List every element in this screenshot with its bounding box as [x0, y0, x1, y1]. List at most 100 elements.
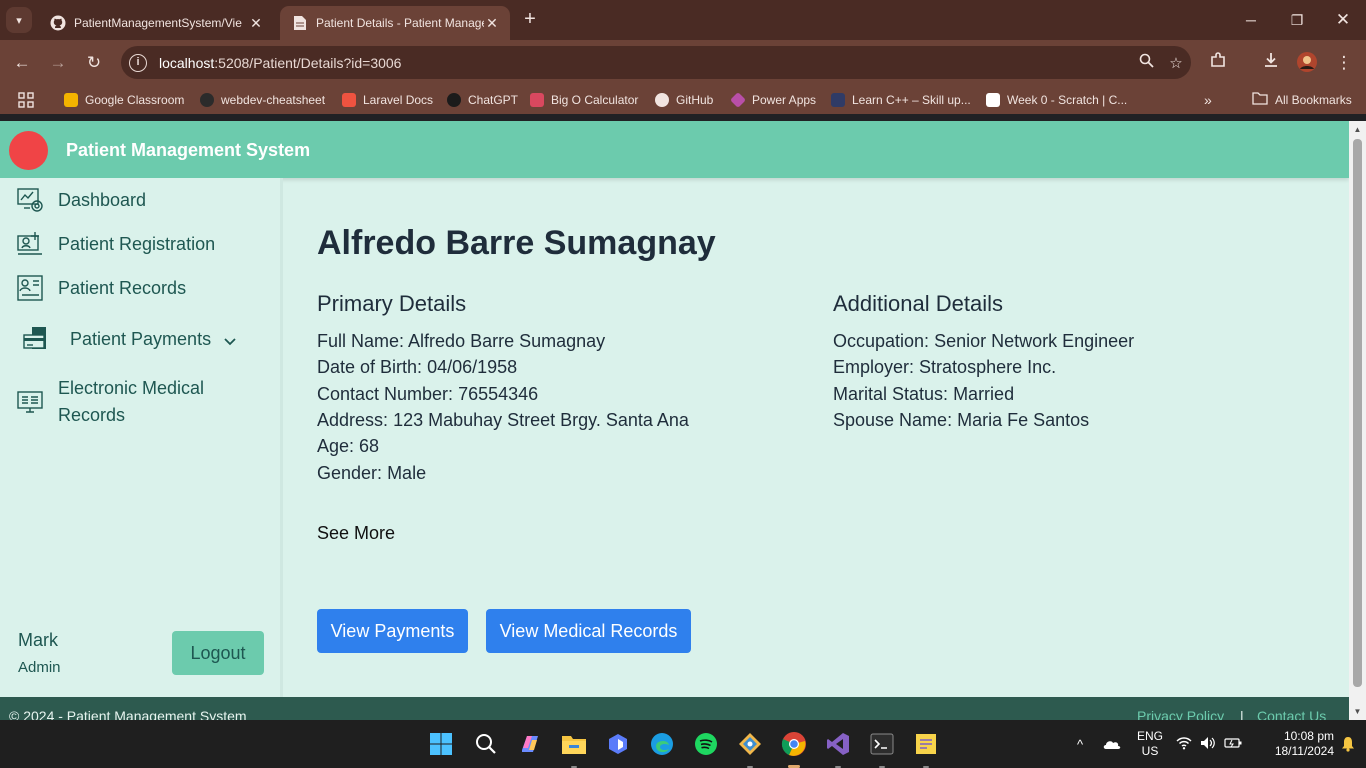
- minimize-icon[interactable]: ─: [1228, 0, 1274, 40]
- github-icon: [50, 15, 66, 31]
- bookmark-label: ChatGPT: [468, 93, 519, 107]
- app-logo[interactable]: [9, 131, 48, 170]
- scrollbar-thumb[interactable]: [1353, 139, 1362, 687]
- detail-age: Age: 68: [317, 436, 379, 457]
- close-tab-icon[interactable]: ✕: [248, 15, 264, 32]
- power-apps-icon: [730, 92, 746, 108]
- view-medical-records-button[interactable]: View Medical Records: [486, 609, 691, 653]
- edge-icon[interactable]: [648, 730, 676, 758]
- download-icon[interactable]: [1259, 51, 1283, 75]
- sidebar-item-electronic-medical-records[interactable]: Electronic Medical Records: [16, 375, 204, 429]
- url-text[interactable]: localhost:5208/Patient/Details?id=3006: [159, 55, 1131, 71]
- bookmark-learn-cpp[interactable]: Learn C++ – Skill up...: [831, 91, 971, 109]
- detail-value: Maria Fe Santos: [957, 410, 1090, 430]
- show-hidden-icons[interactable]: ^: [1068, 720, 1092, 768]
- all-bookmarks[interactable]: All Bookmarks: [1252, 91, 1352, 109]
- apps-grid-icon[interactable]: [18, 91, 34, 109]
- chatgpt-icon: [447, 93, 461, 107]
- detail-label: Spouse Name:: [833, 410, 953, 430]
- view-payments-button[interactable]: View Payments: [317, 609, 468, 653]
- close-window-icon[interactable]: ✕: [1320, 0, 1366, 40]
- clock[interactable]: 10:08 pm 18/11/2024: [1250, 720, 1334, 768]
- windows-taskbar: ^ ENG US 10:08 pm 18/11/2024: [0, 720, 1366, 768]
- bookmarks-bar: Google Classroom webdev-cheatsheet Larav…: [0, 86, 1366, 114]
- sticky-notes-icon[interactable]: [912, 730, 940, 768]
- more-bookmarks-icon[interactable]: »: [1204, 91, 1212, 109]
- spotify-icon[interactable]: [692, 730, 720, 758]
- bookmark-github[interactable]: GitHub: [655, 91, 713, 109]
- detail-date-of-birth: Date of Birth: 04/06/1958: [317, 357, 517, 378]
- sidebar-item-patient-records[interactable]: Patient Records: [16, 274, 186, 302]
- bookmark-webdev-cheatsheet[interactable]: webdev-cheatsheet: [200, 91, 325, 109]
- browser-tab-patient-details[interactable]: Patient Details - Patient Manage ✕: [280, 6, 510, 40]
- bookmark-week0-scratch[interactable]: Week 0 - Scratch | C...: [986, 91, 1127, 109]
- onedrive-icon[interactable]: [1100, 720, 1124, 768]
- user-role: Admin: [18, 659, 61, 676]
- bookmark-label: Power Apps: [752, 93, 817, 107]
- detail-employer: Employer: Stratosphere Inc.: [833, 357, 1056, 378]
- copilot-icon[interactable]: [516, 730, 544, 758]
- sidebar: Dashboard Patient Registration Patient R…: [0, 178, 283, 697]
- app-brand[interactable]: Patient Management System: [66, 140, 310, 161]
- visual-studio-icon[interactable]: [824, 730, 852, 768]
- site-info-icon[interactable]: i: [129, 53, 147, 72]
- github-icon: [655, 93, 669, 107]
- back-icon[interactable]: ←: [10, 51, 34, 75]
- detail-value: Stratosphere Inc.: [919, 357, 1057, 377]
- system-status-icons[interactable]: [1176, 720, 1242, 768]
- address-bar[interactable]: i localhost:5208/Patient/Details?id=3006…: [121, 46, 1191, 79]
- profile-avatar[interactable]: [1295, 51, 1319, 75]
- detail-label: Gender:: [317, 463, 383, 483]
- sidebar-item-label: Patient Records: [58, 277, 187, 298]
- reload-icon[interactable]: ↻: [82, 51, 106, 75]
- bookmark-laravel-docs[interactable]: Laravel Docs: [342, 91, 433, 109]
- detail-occupation: Occupation: Senior Network Engineer: [833, 331, 1134, 352]
- user-name: Mark: [18, 630, 58, 650]
- bookmark-power-apps[interactable]: Power Apps: [730, 91, 817, 109]
- sidebar-item-dashboard[interactable]: Dashboard: [16, 186, 146, 214]
- contact-us-link[interactable]: Contact Us: [1257, 708, 1326, 720]
- extensions-icon[interactable]: [1206, 51, 1230, 75]
- git-tool-icon[interactable]: [736, 730, 764, 768]
- browser-menu-icon[interactable]: ⋮: [1332, 51, 1356, 75]
- dashboard-icon: [16, 186, 44, 214]
- restore-icon[interactable]: ❐: [1274, 0, 1320, 40]
- chevron-down-icon[interactable]: [223, 332, 237, 346]
- footer-separator: |: [1240, 708, 1244, 720]
- bookmark-star-icon[interactable]: ☆: [1161, 54, 1191, 72]
- sidebar-item-patient-registration[interactable]: Patient Registration: [16, 230, 215, 258]
- terminal-icon[interactable]: [868, 730, 896, 768]
- lang-label: ENG: [1136, 729, 1163, 743]
- bookmark-big-o-calculator[interactable]: Big O Calculator: [530, 91, 638, 109]
- detail-label: Contact Number:: [317, 384, 454, 404]
- close-tab-icon[interactable]: ✕: [484, 15, 500, 32]
- file-explorer-icon[interactable]: [560, 730, 588, 768]
- wifi-icon: [1176, 736, 1192, 753]
- notification-bell-icon[interactable]: [1336, 720, 1360, 768]
- privacy-policy-link[interactable]: Privacy Policy: [1137, 708, 1224, 720]
- detail-value: 68: [359, 436, 380, 456]
- new-tab-button[interactable]: +: [518, 8, 542, 32]
- zoom-icon[interactable]: [1131, 53, 1161, 72]
- bookmark-google-classroom[interactable]: Google Classroom: [64, 91, 184, 109]
- security-app-icon[interactable]: [604, 730, 632, 758]
- logout-button[interactable]: Logout: [172, 631, 264, 675]
- bookmark-chatgpt[interactable]: ChatGPT: [447, 91, 518, 109]
- browser-tab-github[interactable]: PatientManagementSystem/Vie ✕: [38, 6, 274, 40]
- region-label: US: [1141, 744, 1159, 758]
- windows-start-icon[interactable]: [427, 730, 455, 758]
- sidebar-item-label: Electronic Medical Records: [58, 375, 204, 429]
- scroll-down-icon[interactable]: ▼: [1349, 707, 1366, 716]
- language-indicator[interactable]: ENG US: [1132, 720, 1168, 768]
- detail-label: Occupation:: [833, 331, 930, 351]
- laravel-icon: [342, 93, 356, 107]
- search-icon[interactable]: [472, 730, 500, 758]
- forward-icon[interactable]: →: [46, 51, 70, 75]
- chrome-icon[interactable]: [780, 730, 808, 768]
- scroll-up-icon[interactable]: ▲: [1349, 125, 1366, 134]
- app-navbar: Patient Management System: [0, 121, 1349, 178]
- see-more-link[interactable]: See More: [317, 523, 395, 544]
- sidebar-item-patient-payments[interactable]: Patient Payments: [22, 325, 237, 353]
- tab-search-button[interactable]: ▾: [6, 7, 32, 33]
- page-scrollbar[interactable]: ▲ ▼: [1349, 121, 1366, 720]
